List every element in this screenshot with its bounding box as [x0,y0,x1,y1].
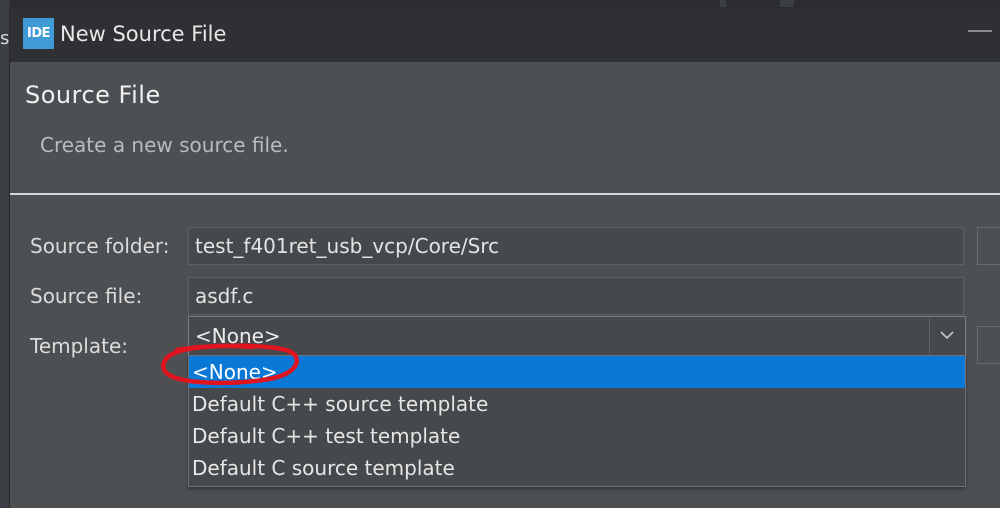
source-file-input[interactable]: asdf.c [188,277,964,315]
new-source-file-dialog: IDE New Source File Source File Create a… [10,8,1000,508]
template-option-cpp-test[interactable]: Default C++ test template [189,420,965,452]
template-option-none[interactable]: <None> [189,356,965,388]
page-title: Source File [25,81,161,109]
template-option-cpp-source[interactable]: Default C++ source template [189,388,965,420]
background-divider [720,0,726,8]
template-label: Template: [30,334,128,358]
page-description: Create a new source file. [40,133,289,157]
ide-logo-icon: IDE [23,18,54,49]
configure-templates-button[interactable] [977,326,1000,364]
chevron-down-icon [940,331,954,340]
background-app-edge [0,0,10,508]
window-title: New Source File [60,22,227,46]
source-file-form: Source folder: test_f401ret_usb_vcp/Core… [10,195,1000,508]
source-folder-input[interactable]: test_f401ret_usb_vcp/Core/Src [188,227,964,265]
browse-folder-button[interactable] [977,227,1000,265]
minimize-icon[interactable] [968,30,992,32]
source-file-label: Source file: [30,284,143,308]
template-options-list: <None> Default C++ source template Defau… [188,355,966,487]
template-select[interactable]: <None> [188,316,966,356]
background-divider [780,0,794,8]
template-dropdown-toggle[interactable] [929,317,965,355]
screen: s IDE New Source File Source File Create… [0,0,1000,508]
title-bar[interactable]: IDE New Source File [10,8,1000,62]
source-folder-label: Source folder: [30,234,170,258]
wizard-banner: Source File Create a new source file. [10,62,1000,194]
template-option-c-source[interactable]: Default C source template [189,452,965,484]
template-selected-value: <None> [195,324,281,348]
background-app-text: s [0,28,10,49]
background-app-toolbar [0,0,1000,8]
